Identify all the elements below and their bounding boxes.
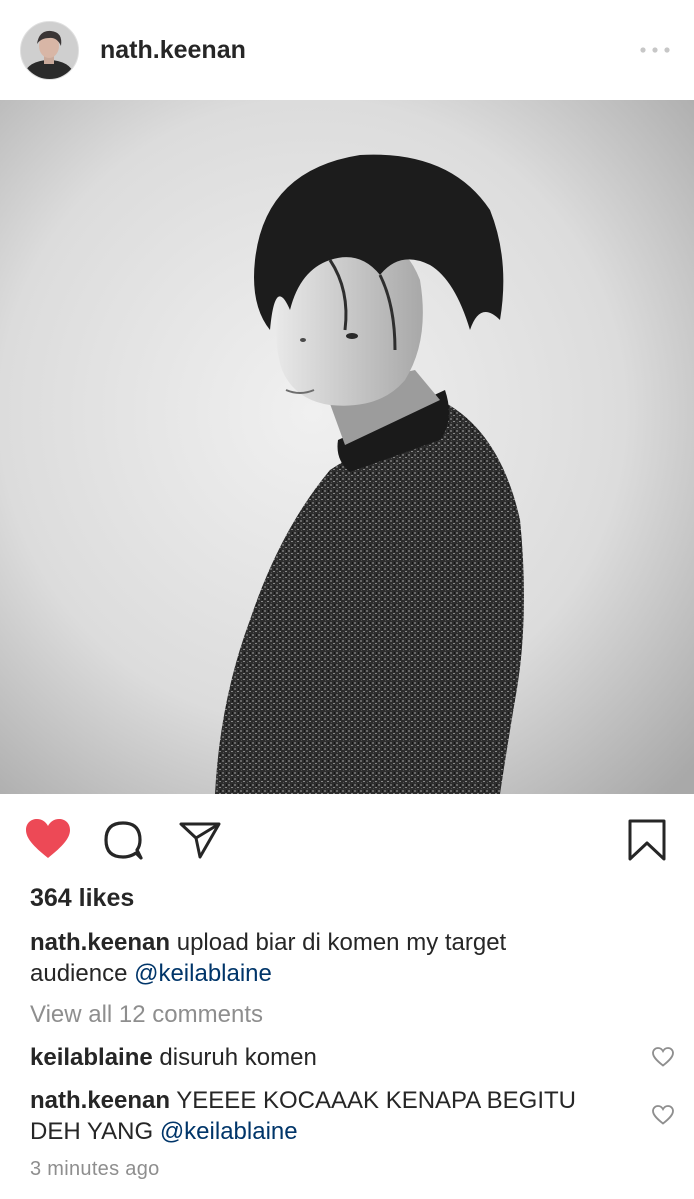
comment-username[interactable]: keilablaine — [30, 1044, 153, 1071]
post-actions — [0, 810, 694, 870]
post-header: nath.keenan — [0, 0, 694, 100]
post-timestamp: 3 minutes ago — [30, 1158, 160, 1180]
post-photo[interactable] — [0, 100, 694, 794]
heart-filled-icon[interactable] — [25, 818, 71, 860]
comment-item: nath.keenan YEEEE KOCAAAK KENAPA BEGITU … — [30, 1085, 620, 1147]
bookmark-icon[interactable] — [627, 818, 667, 862]
caption-mention[interactable]: @keilablaine — [134, 960, 272, 987]
portrait-image — [0, 100, 694, 794]
caption-username[interactable]: nath.keenan — [30, 929, 170, 956]
post-username[interactable]: nath.keenan — [100, 36, 246, 65]
comment-text: disuruh komen — [159, 1044, 317, 1071]
comment-item: keilablaine disuruh komen — [30, 1042, 620, 1073]
avatar[interactable] — [20, 21, 79, 80]
avatar-image — [21, 22, 78, 79]
comment-username[interactable]: nath.keenan — [30, 1087, 170, 1114]
likes-count[interactable]: 364 likes — [30, 884, 134, 913]
paper-plane-icon[interactable] — [178, 820, 222, 860]
comment-bubble-icon[interactable] — [102, 819, 146, 861]
more-dots-icon[interactable] — [638, 40, 672, 60]
post-caption: nath.keenan upload biar di komen my targ… — [30, 927, 610, 989]
heart-outline-icon[interactable] — [652, 1047, 674, 1067]
comment-mention[interactable]: @keilablaine — [160, 1118, 298, 1145]
view-all-comments-link[interactable]: View all 12 comments — [30, 1001, 263, 1029]
heart-outline-icon[interactable] — [652, 1105, 674, 1125]
